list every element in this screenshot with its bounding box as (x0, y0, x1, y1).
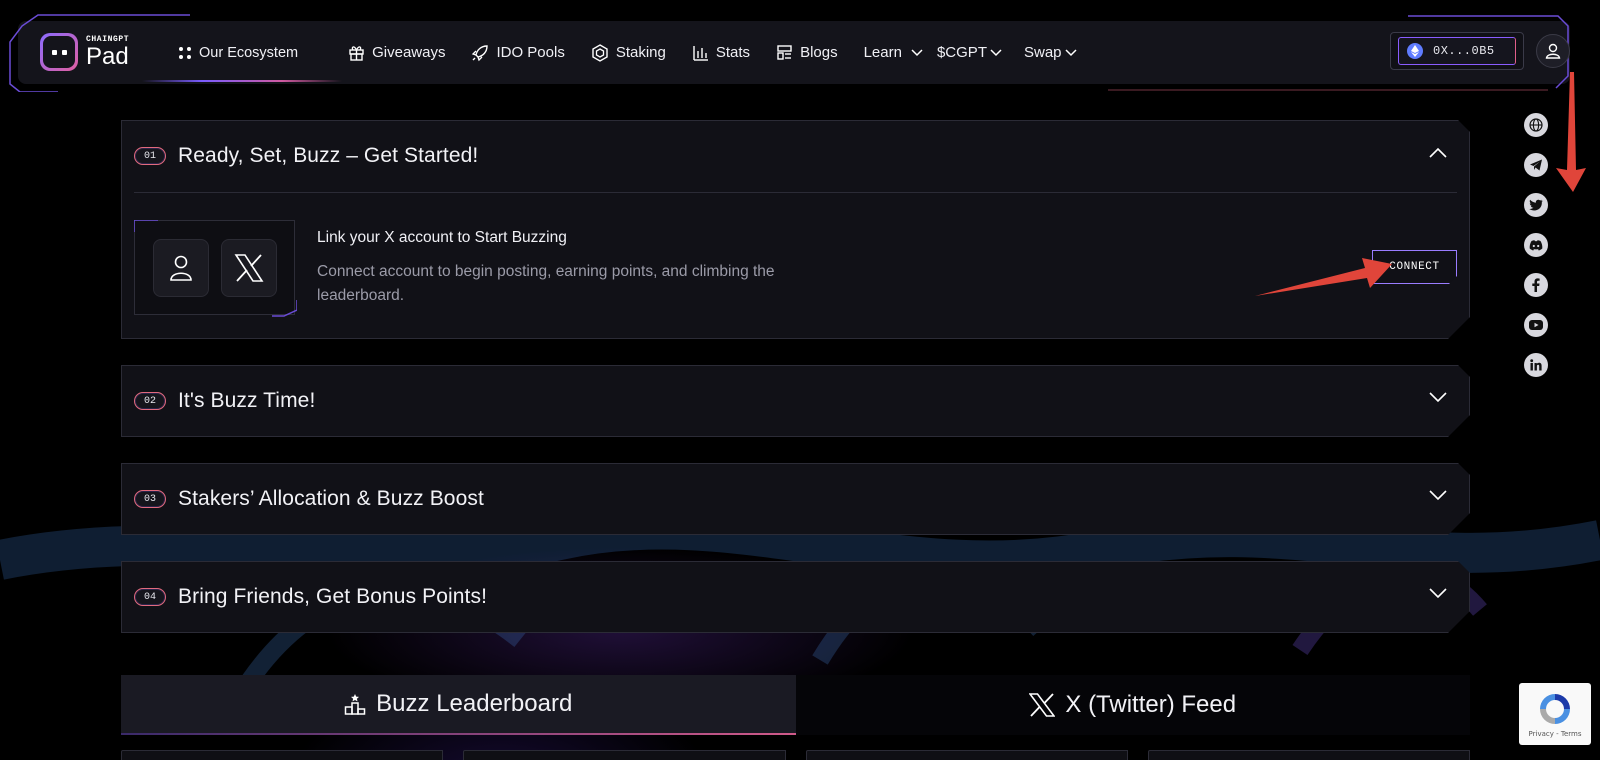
nav-our-ecosystem[interactable]: Our Ecosystem (178, 45, 298, 61)
nav-swap[interactable]: Swap (1024, 44, 1077, 61)
step-number-badge: 02 (134, 392, 166, 410)
nav-giveaways[interactable]: Giveaways (348, 44, 445, 61)
wallet-button[interactable]: 0X...0B5 (1390, 32, 1524, 70)
rocket-icon (472, 44, 489, 61)
nav-blogs-label: Blogs (800, 44, 838, 61)
step-number-badge: 04 (134, 588, 166, 606)
leaderboard-card (463, 750, 786, 760)
accordion-step-04: 04 Bring Friends, Get Bonus Points! (121, 561, 1470, 633)
logo-big-text: Pad (86, 42, 129, 70)
nav-learn[interactable]: Learn (864, 44, 923, 61)
logo-mark-icon (40, 33, 78, 71)
nav-menu: Our Ecosystem Giveaways IDO Pools Stakin… (178, 21, 1103, 84)
user-tile (153, 239, 209, 297)
gift-icon (349, 46, 364, 61)
step-title: It's Buzz Time! (178, 389, 316, 412)
ethereum-icon (1407, 43, 1423, 59)
nav-cgpt[interactable]: $CGPT (937, 44, 1002, 61)
chevron-down-icon (990, 48, 1002, 56)
step-title: Ready, Set, Buzz – Get Started! (178, 144, 479, 167)
chevron-down-icon (911, 48, 923, 56)
nav-cgpt-label: $CGPT (936, 44, 987, 61)
telegram-icon[interactable] (1524, 153, 1548, 177)
tab-buzz-leaderboard-label: Buzz Leaderboard (376, 690, 573, 717)
nav-swap-label: Swap (1023, 44, 1062, 61)
panel-divider (134, 192, 1457, 193)
step-title: Bring Friends, Get Bonus Points! (178, 585, 488, 608)
nav-ido-pools[interactable]: IDO Pools (471, 44, 565, 62)
social-links (1524, 113, 1548, 377)
globe-icon[interactable] (1524, 113, 1548, 137)
nav-learn-label: Learn (863, 44, 902, 61)
chaingpt-pad-logo[interactable]: CHAINGPT Pad (40, 33, 129, 71)
user-profile-button[interactable] (1536, 34, 1570, 68)
connect-title: Link your X account to Start Buzzing (317, 229, 567, 246)
accordion-header-02[interactable]: 02 It's Buzz Time! (134, 366, 1469, 436)
nav-staking[interactable]: Staking (591, 43, 666, 62)
tab-buzz-leaderboard[interactable]: Buzz Leaderboard (121, 675, 796, 735)
connect-description: Connect account to begin posting, earnin… (317, 263, 775, 304)
nav-blogs[interactable]: Blogs (776, 44, 838, 61)
user-icon (1545, 43, 1561, 59)
x-logo-icon (234, 254, 264, 282)
youtube-icon[interactable] (1524, 313, 1548, 337)
facebook-icon[interactable] (1524, 273, 1548, 297)
leaderboard-cards-row (121, 750, 1470, 760)
nav-giveaways-label: Giveaways (372, 44, 446, 61)
grid-dots-icon (179, 46, 191, 59)
accordion-step-01: 01 Ready, Set, Buzz – Get Started! Link … (121, 120, 1470, 339)
discord-icon[interactable] (1524, 233, 1548, 257)
top-navbar: CHAINGPT Pad Our Ecosystem Giveaways IDO… (9, 14, 1570, 92)
recaptcha-logo-icon (1540, 693, 1570, 724)
accordion-header-01[interactable]: 01 Ready, Set, Buzz – Get Started! (134, 121, 1469, 191)
accordion-step-02: 02 It's Buzz Time! (121, 365, 1470, 437)
x-logo-icon (1029, 693, 1056, 717)
leaderboard-card (121, 750, 444, 760)
x-tile (221, 239, 277, 297)
step-number-badge: 03 (134, 490, 166, 508)
accordion-header-03[interactable]: 03 Stakers’ Allocation & Buzz Boost (134, 464, 1469, 534)
linkedin-icon[interactable] (1524, 353, 1548, 377)
wallet-address: 0X...0B5 (1433, 44, 1495, 58)
blog-layout-icon (777, 45, 792, 60)
connect-x-button[interactable]: CONNECT (1372, 250, 1457, 284)
accordion-header-04[interactable]: 04 Bring Friends, Get Bonus Points! (134, 562, 1469, 632)
bar-chart-icon (693, 46, 708, 61)
tab-x-twitter-feed[interactable]: X (Twitter) Feed (795, 675, 1470, 735)
twitter-icon[interactable] (1524, 193, 1548, 217)
ecosystem-underline (142, 80, 342, 82)
nav-our-ecosystem-label: Our Ecosystem (199, 44, 299, 61)
leaderboard-card (1147, 750, 1470, 760)
connect-info: Link your X account to Start Buzzing Con… (317, 229, 857, 308)
chevron-up-icon[interactable] (1429, 147, 1447, 158)
chevron-down-icon[interactable] (1429, 588, 1447, 599)
arrow-scroll-down (1556, 72, 1586, 192)
nav-ido-pools-label: IDO Pools (496, 44, 565, 61)
leaderboard-card (805, 750, 1128, 760)
accordion-step-03: 03 Stakers’ Allocation & Buzz Boost (121, 463, 1470, 535)
nav-staking-label: Staking (615, 44, 666, 61)
step-number-badge: 01 (134, 147, 166, 165)
chevron-down-icon[interactable] (1429, 490, 1447, 501)
chevron-down-icon[interactable] (1429, 392, 1447, 403)
chevron-down-icon (1064, 48, 1077, 56)
leaderboard-tabs: Buzz Leaderboard X (Twitter) Feed (121, 675, 1470, 735)
nav-stats[interactable]: Stats (692, 44, 750, 61)
account-icons-box (134, 220, 295, 315)
tab-x-twitter-feed-label: X (Twitter) Feed (1065, 691, 1237, 718)
nav-stats-label: Stats (715, 44, 751, 61)
recaptcha-badge[interactable]: Privacy - Terms (1519, 683, 1591, 745)
user-icon (169, 254, 193, 282)
step-title: Stakers’ Allocation & Buzz Boost (178, 487, 484, 510)
podium-icon (344, 694, 366, 715)
recaptcha-links: Privacy - Terms (1528, 729, 1582, 738)
hexagon-icon (592, 43, 608, 62)
